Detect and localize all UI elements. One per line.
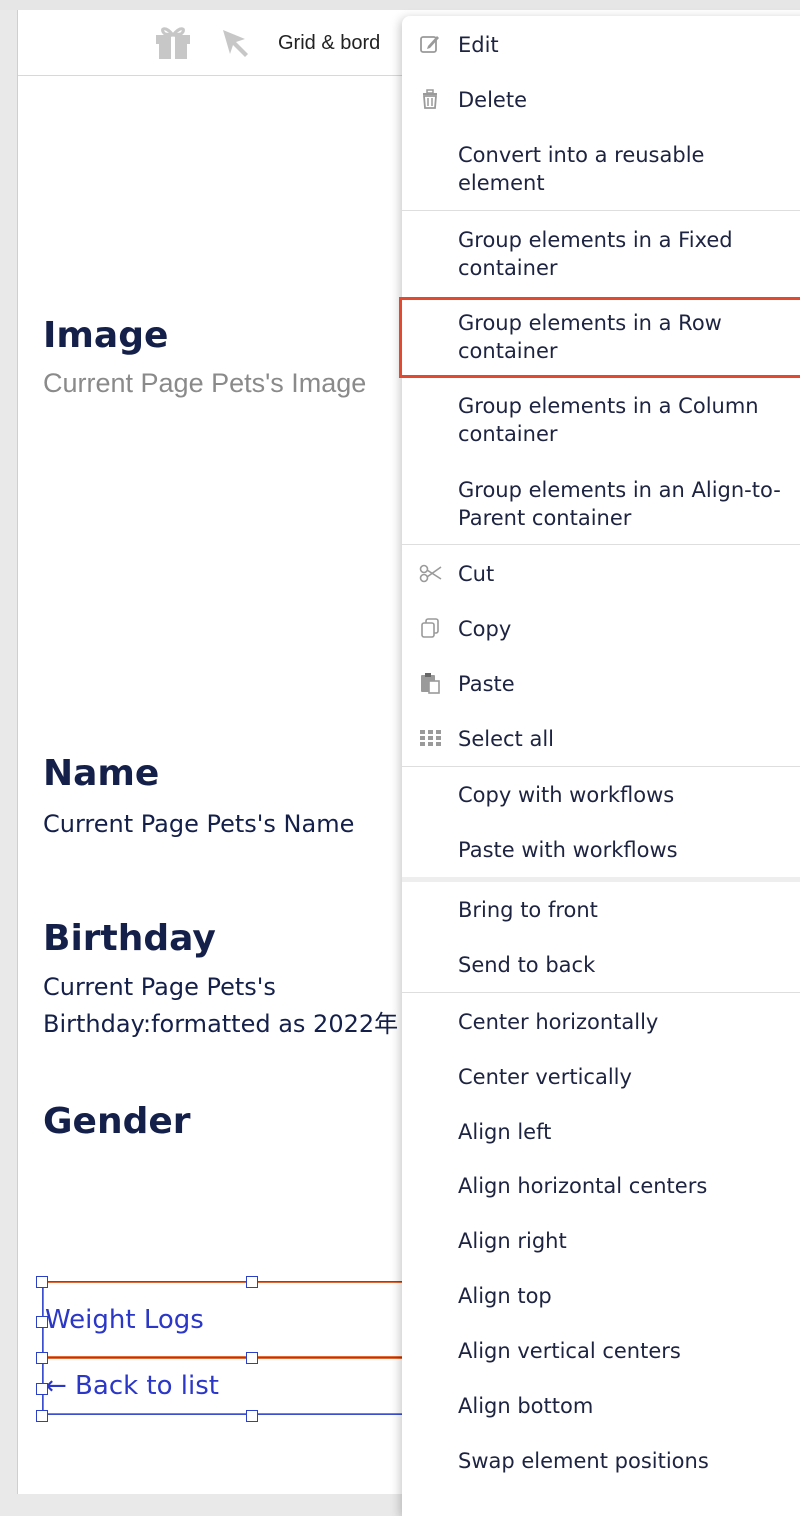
image-placeholder[interactable]: Current Page Pets's Image (43, 365, 366, 402)
menu-item-align-horizontal-centers[interactable]: Align horizontal centers (402, 1172, 800, 1200)
menu-item-label-line-1: Group elements in a Fixed (458, 228, 733, 252)
menu-separator (402, 766, 800, 767)
resize-handle[interactable] (36, 1276, 48, 1288)
menu-item-align-vertical-centers[interactable]: Align vertical centers (402, 1337, 800, 1365)
gift-icon[interactable] (153, 23, 193, 65)
menu-item-cut[interactable]: Cut (402, 560, 800, 588)
menu-separator (402, 992, 800, 993)
menu-item-label: Align vertical centers (458, 1339, 681, 1363)
menu-item-label: Align left (458, 1120, 552, 1144)
menu-item-label: Select all (458, 727, 554, 751)
menu-item-label: Edit (458, 33, 499, 57)
menu-item-copy[interactable]: Copy (402, 615, 800, 643)
resize-handle[interactable] (36, 1383, 48, 1395)
menu-separator (402, 544, 800, 545)
menu-item-label-line-2: container (458, 256, 558, 280)
menu-item-label: Send to back (458, 953, 596, 977)
trash-icon (419, 88, 441, 110)
birthday-value-line-2: Birthday:formatted as 2022年 (43, 1010, 399, 1038)
resize-handle[interactable] (246, 1352, 258, 1364)
image-label: Image (43, 315, 169, 356)
name-label: Name (43, 753, 160, 794)
menu-item-label: Bring to front (458, 898, 598, 922)
menu-item-swap-element-positions[interactable]: Swap element positions (402, 1447, 800, 1475)
context-menu: Edit Delete Convert into a reusable elem… (402, 16, 800, 1516)
menu-item-label-line-1: Group elements in a Column (458, 394, 759, 418)
scissors-icon (419, 562, 442, 584)
menu-item-group-align-to-parent[interactable]: Group elements in an Align-to- Parent co… (402, 476, 800, 532)
menu-item-label: Center horizontally (458, 1010, 659, 1034)
menu-item-label: Paste with workflows (458, 838, 678, 862)
menu-separator (402, 210, 800, 211)
menu-item-label: Paste (458, 672, 515, 696)
back-to-list-link[interactable]: ← Back to list (45, 1371, 219, 1401)
menu-item-delete[interactable]: Delete (402, 86, 800, 114)
menu-item-center-vertically[interactable]: Center vertically (402, 1063, 800, 1091)
menu-item-label: Delete (458, 88, 527, 112)
menu-item-label: Align right (458, 1229, 567, 1253)
menu-item-convert-reusable[interactable]: Convert into a reusable element (402, 141, 800, 197)
menu-item-paste[interactable]: Paste (402, 670, 800, 698)
menu-item-label: Cut (458, 562, 495, 586)
menu-item-paste-with-workflows[interactable]: Paste with workflows (402, 836, 800, 864)
menu-item-label: Copy with workflows (458, 783, 675, 807)
menu-item-label-line-2: element (458, 171, 545, 195)
pointer-icon[interactable] (220, 27, 252, 63)
menu-item-label: Align horizontal centers (458, 1174, 708, 1198)
menu-item-align-left[interactable]: Align left (402, 1118, 800, 1146)
menu-item-label: Copy (458, 617, 512, 641)
gender-label: Gender (43, 1101, 191, 1142)
menu-item-label: Align top (458, 1284, 552, 1308)
resize-handle[interactable] (246, 1410, 258, 1422)
menu-item-copy-with-workflows[interactable]: Copy with workflows (402, 781, 800, 809)
birthday-value-line-1: Current Page Pets's (43, 973, 276, 1001)
edit-icon (419, 33, 441, 55)
resize-handle[interactable] (36, 1410, 48, 1422)
menu-item-send-to-back[interactable]: Send to back (402, 951, 800, 979)
paste-icon (419, 672, 441, 694)
menu-item-align-right[interactable]: Align right (402, 1227, 800, 1255)
menu-item-label: Center vertically (458, 1065, 632, 1089)
name-value: Current Page Pets's Name (43, 810, 355, 838)
menu-item-label-line-2: Parent container (458, 506, 632, 530)
menu-item-select-all[interactable]: Select all (402, 725, 800, 753)
window-top-strip (0, 0, 800, 10)
grid-and-borders-menu[interactable]: Grid & bord (278, 32, 380, 55)
menu-item-center-horizontally[interactable]: Center horizontally (402, 1008, 800, 1036)
menu-item-label: Swap element positions (458, 1449, 709, 1473)
menu-item-label-line-1: Convert into a reusable (458, 143, 705, 167)
resize-handle[interactable] (246, 1276, 258, 1288)
menu-item-edit[interactable]: Edit (402, 31, 800, 59)
menu-item-label: Align bottom (458, 1394, 594, 1418)
grid-icon (419, 727, 441, 749)
menu-item-group-column[interactable]: Group elements in a Column container (402, 392, 800, 448)
menu-item-group-fixed[interactable]: Group elements in a Fixed container (402, 226, 800, 282)
highlight-box (399, 297, 800, 378)
weight-logs-link[interactable]: Weight Logs (45, 1305, 204, 1335)
menu-item-bring-to-front[interactable]: Bring to front (402, 896, 800, 924)
copy-icon (419, 617, 441, 639)
menu-item-align-top[interactable]: Align top (402, 1282, 800, 1310)
menu-separator (402, 877, 800, 882)
resize-handle[interactable] (36, 1316, 48, 1328)
menu-item-label-line-1: Group elements in an Align-to- (458, 478, 781, 502)
menu-item-align-bottom[interactable]: Align bottom (402, 1392, 800, 1420)
birthday-label: Birthday (43, 918, 216, 959)
resize-handle[interactable] (36, 1352, 48, 1364)
menu-item-label-line-2: container (458, 422, 558, 446)
